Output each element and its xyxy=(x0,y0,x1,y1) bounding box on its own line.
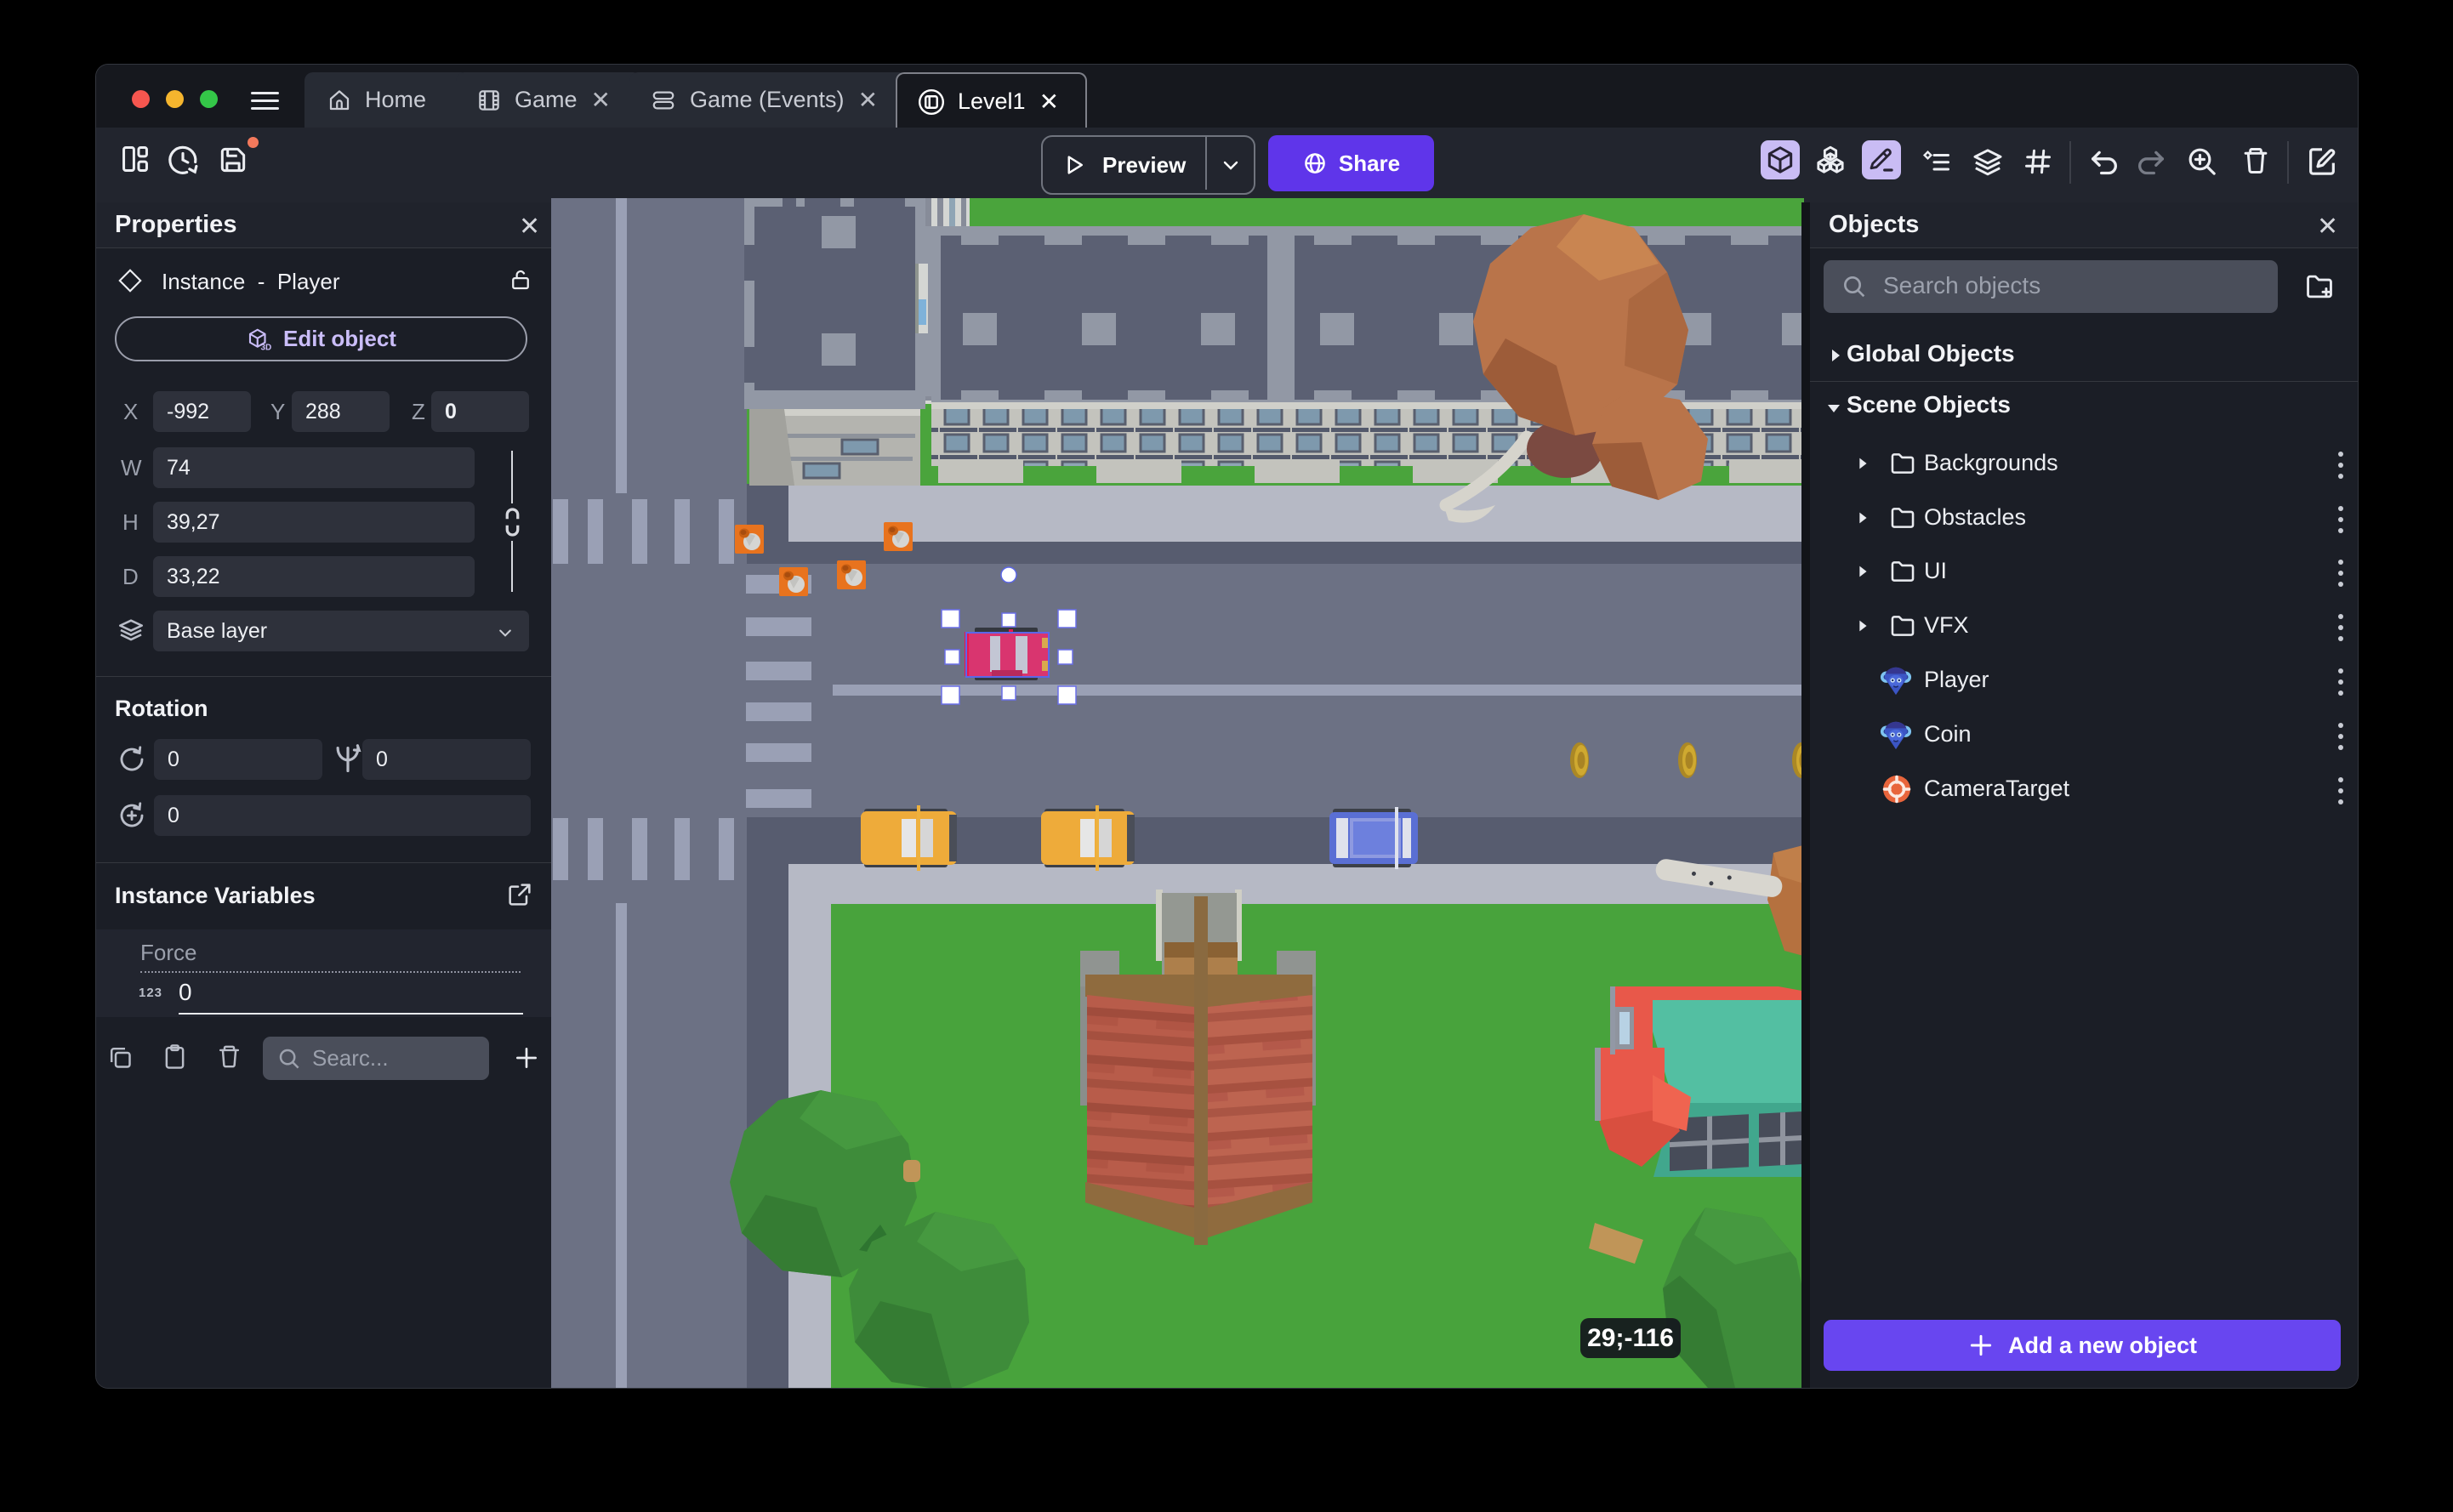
svg-text:3D: 3D xyxy=(261,343,272,352)
svg-text:29;-116: 29;-116 xyxy=(1587,1324,1674,1352)
